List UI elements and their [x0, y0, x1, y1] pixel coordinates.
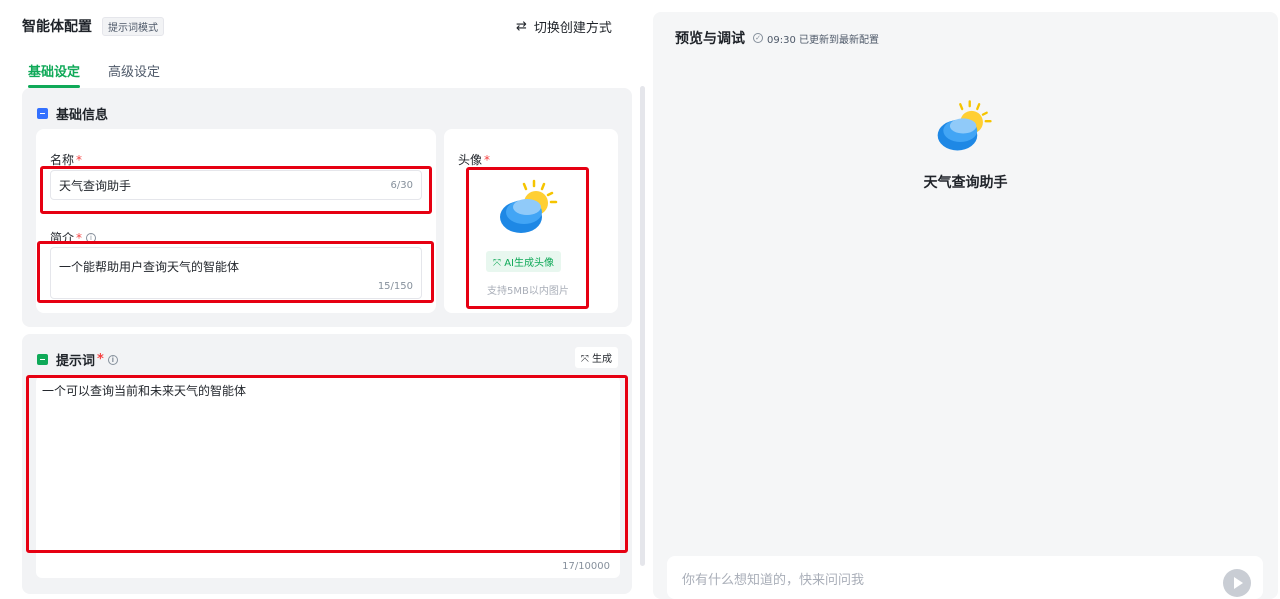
swap-icon: ⇄ [516, 19, 527, 34]
basic-info-title: 基础信息 [56, 108, 109, 123]
switch-create-mode-button[interactable]: ⇄ 切换创建方式 [516, 17, 612, 36]
check-circle-icon: ✓ [753, 33, 763, 43]
avatar-upload[interactable] [494, 177, 564, 239]
required-mark: * [484, 152, 491, 167]
magic-wand-icon: ⤧ [493, 258, 505, 269]
preview-title: 预览与调试 [675, 31, 745, 47]
prompt-header: 提示词 * i [37, 350, 118, 369]
name-char-count: 6/30 [390, 180, 413, 191]
info-icon[interactable]: i [107, 354, 118, 365]
prompt-char-count: 17/10000 [562, 561, 610, 572]
avatar-tip: 支持5MB以内图片 [487, 286, 569, 297]
page-title: 智能体配置 [22, 19, 92, 35]
name-label: 名称 * [50, 151, 82, 168]
tab-advanced-settings[interactable]: 高级设定 [108, 61, 160, 80]
avatar-label: 头像 * [458, 151, 490, 168]
required-mark: * [97, 352, 104, 367]
desc-label-text: 简介 [50, 231, 75, 245]
basic-info-header: 基础信息 [37, 104, 108, 123]
switch-label: 切换创建方式 [533, 21, 612, 36]
config-panel: 智能体配置 提示词模式 ⇄ 切换创建方式 基础设定 高级设定 基础信息 名称 * … [0, 0, 645, 599]
tab-basic-settings[interactable]: 基础设定 [28, 61, 81, 88]
send-icon[interactable] [1223, 569, 1251, 597]
tab-bar: 基础设定 高级设定 [28, 61, 188, 88]
magic-wand-icon: ⤧ [580, 354, 592, 365]
required-mark: * [76, 152, 83, 167]
scrollbar[interactable] [640, 86, 645, 566]
prompt-title: 提示词 [56, 354, 96, 369]
prompt-value: 一个可以查询当前和未来天气的智能体 [42, 384, 247, 398]
required-mark: * [76, 230, 83, 245]
desc-label: 简介 * i [50, 229, 97, 246]
preview-panel: 预览与调试 ✓ 09:30 已更新到最新配置 天气查询助手 你有什么想知道的，快… [653, 12, 1278, 599]
name-label-text: 名称 [50, 153, 75, 167]
generate-prompt-button[interactable]: ⤧ 生成 [574, 347, 618, 368]
prompt-textarea[interactable]: 一个可以查询当前和未来天气的智能体 17/10000 [36, 376, 620, 578]
desc-textarea[interactable]: 一个能帮助用户查询天气的智能体 15/150 [50, 247, 422, 299]
robot-icon [37, 108, 48, 119]
preview-header: 预览与调试 ✓ 09:30 已更新到最新配置 [675, 28, 879, 48]
update-status-text: 09:30 已更新到最新配置 [767, 34, 879, 46]
name-input-value: 天气查询助手 [59, 179, 132, 193]
mode-tag: 提示词模式 [102, 16, 164, 36]
basic-info-section: 基础信息 名称 * 天气查询助手 6/30 简介 * i 一个能帮助用户查询天气的智… [22, 88, 632, 327]
chat-input[interactable]: 你有什么想知道的，快来问问我 [667, 556, 1263, 599]
preview-avatar [932, 96, 998, 158]
name-desc-card: 名称 * 天气查询助手 6/30 简介 * i 一个能帮助用户查询天气的智能体 15… [36, 129, 436, 313]
weather-avatar-icon [500, 179, 558, 233]
chat-input-placeholder: 你有什么想知道的，快来问问我 [682, 573, 865, 588]
ai-generate-avatar-button[interactable]: ⤧ AI生成头像 [486, 251, 561, 272]
info-icon[interactable]: i [86, 232, 97, 243]
avatar-card: 头像 * ⤧ AI生成头像 支持5MB以内图片 [444, 129, 618, 313]
prompt-section: 提示词 * i ⤧ 生成 一个可以查询当前和未来天气的智能体 17/10000 [22, 334, 632, 594]
update-status: ✓ 09:30 已更新到最新配置 [753, 31, 879, 46]
desc-input-value: 一个能帮助用户查询天气的智能体 [59, 260, 240, 274]
desc-char-count: 15/150 [377, 281, 413, 292]
agent-name: 天气查询助手 [923, 175, 1008, 191]
avatar-label-text: 头像 [458, 153, 483, 167]
document-icon [37, 354, 48, 365]
ai-generate-avatar-label: AI生成头像 [504, 258, 554, 269]
weather-avatar-icon [937, 100, 992, 151]
config-header: 智能体配置 提示词模式 [22, 16, 164, 36]
generate-prompt-label: 生成 [592, 354, 612, 365]
name-input[interactable]: 天气查询助手 6/30 [50, 170, 422, 200]
